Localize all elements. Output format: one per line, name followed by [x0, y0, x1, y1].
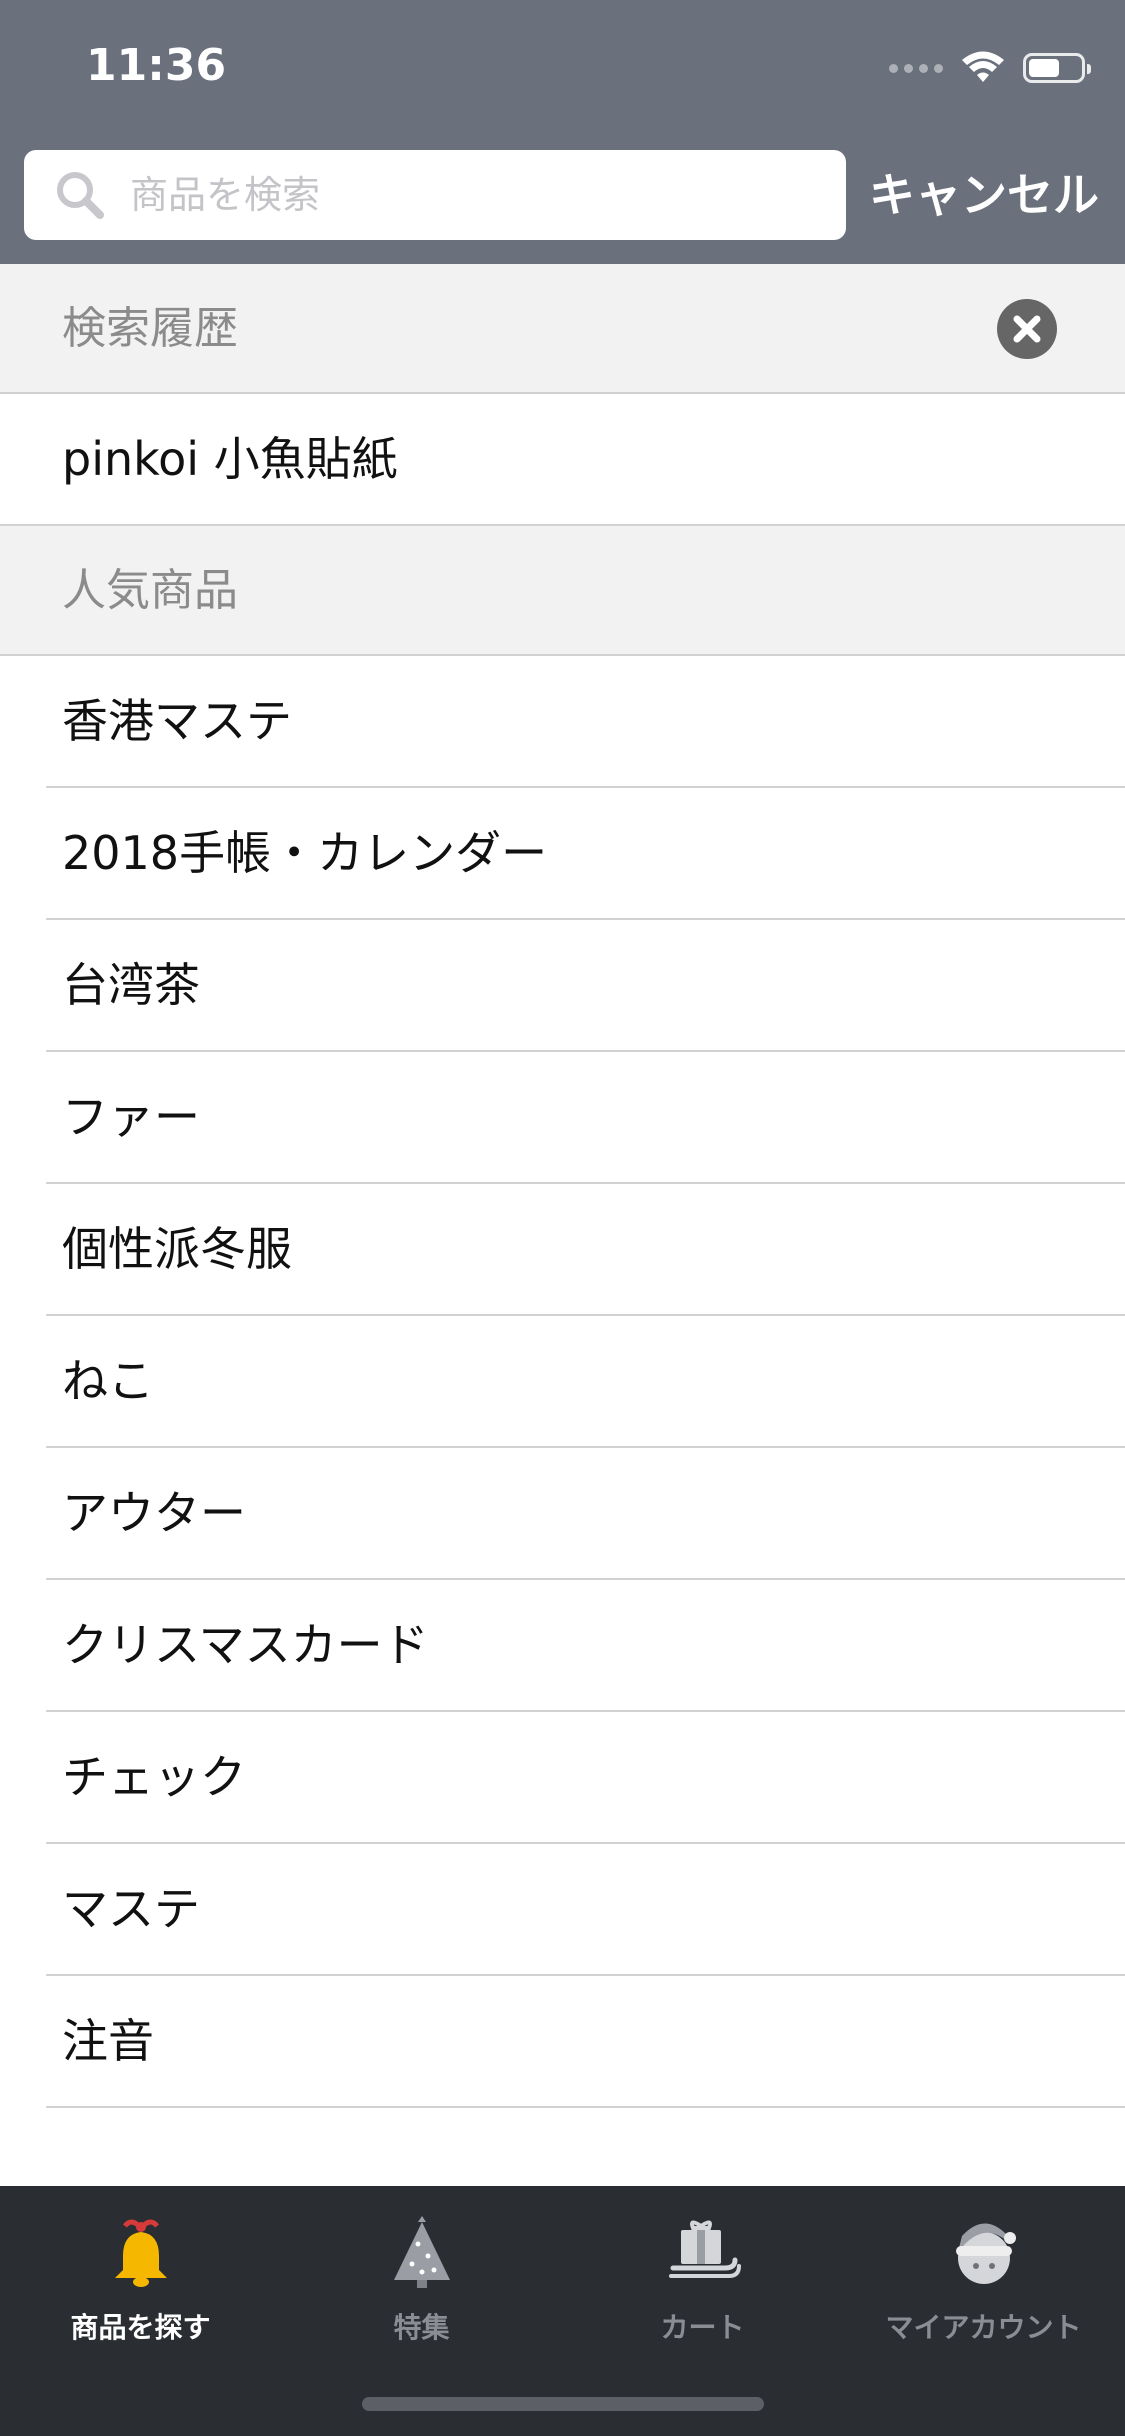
search-icon [57, 172, 104, 219]
bell-icon [114, 2219, 167, 2287]
popular-item-label: 香港マステ [62, 694, 292, 748]
screen: 11:36 キャンセル 検索履歴 [0, 0, 1125, 2436]
popular-section-header: 人気商品 [0, 526, 1125, 656]
tab-label: 特集 [393, 2311, 450, 2344]
tab-label: マイアカウント [885, 2311, 1082, 2344]
sleigh-gift-icon [668, 2220, 741, 2278]
popular-item-label: チェック [62, 1750, 246, 1804]
tab-browse[interactable]: 商品を探す [0, 2212, 281, 2346]
popular-item-label: クリスマスカード [62, 1618, 429, 1672]
tab-cart[interactable]: カート [562, 2212, 843, 2346]
popular-item[interactable]: クリスマスカード [0, 1580, 1125, 1712]
popular-item[interactable]: 香港マステ [0, 656, 1125, 788]
battery-icon [1023, 53, 1091, 83]
popular-item[interactable]: 台湾茶 [0, 920, 1125, 1052]
popular-item-label: ファー [62, 1090, 200, 1144]
popular-item[interactable]: 注音 [0, 1976, 1125, 2108]
popular-item-label: ねこ [62, 1354, 154, 1408]
close-icon [1013, 315, 1041, 343]
tab-label: カート [660, 2311, 745, 2344]
tab-features[interactable]: 特集 [281, 2212, 562, 2346]
popular-item[interactable]: ファー [0, 1052, 1125, 1184]
history-item-label: pinkoi 小魚貼紙 [62, 432, 398, 486]
popular-item[interactable]: チェック [0, 1712, 1125, 1844]
tab-label: 商品を探す [70, 2311, 211, 2344]
wifi-icon [962, 51, 1004, 82]
popular-section-title: 人気商品 [62, 565, 238, 616]
christmas-tree-icon [393, 2216, 450, 2288]
popular-item[interactable]: アウター [0, 1448, 1125, 1580]
history-section-title: 検索履歴 [62, 303, 238, 354]
popular-item-label: マステ [62, 1882, 200, 1936]
history-item[interactable]: pinkoi 小魚貼紙 [0, 394, 1125, 526]
cancel-button[interactable]: キャンセル [869, 160, 1099, 230]
popular-item[interactable]: ねこ [0, 1316, 1125, 1448]
popular-item-label: アウター [62, 1486, 246, 1540]
history-section-header: 検索履歴 [0, 264, 1125, 394]
header: 11:36 キャンセル [0, 0, 1125, 264]
search-bar[interactable] [24, 150, 846, 240]
popular-item[interactable]: 2018手帳・カレンダー [0, 788, 1125, 920]
popular-item-label: 注音 [62, 2014, 154, 2068]
popular-item-label: 2018手帳・カレンダー [62, 826, 548, 880]
popular-item-label: 個性派冬服 [62, 1222, 292, 1276]
search-input[interactable] [128, 172, 822, 218]
popular-item[interactable]: 個性派冬服 [0, 1184, 1125, 1316]
popular-item[interactable]: マステ [0, 1844, 1125, 1976]
divider [46, 2106, 1125, 2108]
search-suggestions: 検索履歴 pinkoi 小魚貼紙 人気商品 香港マステ 2018手帳・カレンダー… [0, 264, 1125, 2108]
clear-history-button[interactable] [997, 299, 1057, 359]
signal-icon [889, 63, 943, 73]
santa-avatar-icon [955, 2223, 1016, 2284]
status-time: 11:36 [86, 40, 227, 91]
status-indicators [889, 48, 1091, 88]
home-indicator[interactable] [362, 2397, 764, 2411]
tab-account[interactable]: マイアカウント [843, 2212, 1124, 2346]
popular-item-label: 台湾茶 [62, 958, 200, 1012]
